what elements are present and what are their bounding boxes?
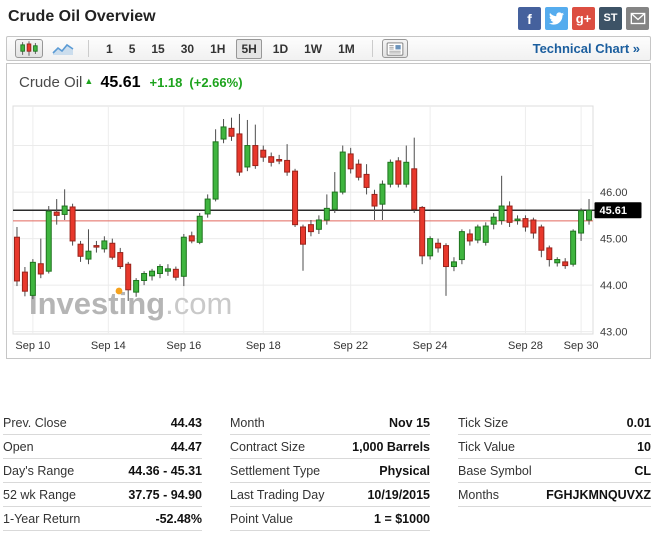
table-row: Contract Size 1,000 Barrels: [230, 435, 430, 459]
row-value: CL: [634, 463, 651, 478]
candlestick-mode-button[interactable]: [15, 39, 43, 58]
svg-text:45.61: 45.61: [600, 205, 628, 217]
table-row: Tick Value 10: [458, 435, 651, 459]
candlestick-chart: Sep 10 Sep 14 Sep 16 Sep 18 Sep 22 Sep 24 Sep …: [12, 105, 642, 352]
x-axis-label: Sep 22: [333, 340, 368, 352]
interval-button-1d[interactable]: 1D: [268, 39, 293, 59]
row-value: 37.75 - 94.90: [128, 487, 202, 502]
x-axis-label: Sep 14: [91, 340, 126, 352]
row-label: Base Symbol: [458, 463, 532, 478]
page-title: Crude Oil Overview: [8, 8, 156, 25]
row-value: 10: [637, 439, 651, 454]
row-label: Months: [458, 487, 499, 502]
interval-button-5[interactable]: 5: [124, 39, 141, 59]
chart-widget: Crude Oil ▲ 45.61 +1.18 (+2.66%) Sep 10 Sep …: [6, 63, 651, 359]
row-value: 10/19/2015: [367, 487, 430, 502]
x-axis-label: Sep 10: [15, 340, 50, 352]
googleplus-icon[interactable]: g+: [572, 7, 595, 30]
technical-chart-link[interactable]: Technical Chart »: [533, 41, 640, 56]
last-price: 45.61: [100, 74, 141, 91]
tick-info-table: Tick Size 0.01 Tick Value 10 Base Symbol CL Mo…: [458, 411, 651, 531]
table-row: Open 44.47: [3, 435, 202, 459]
interval-button-1h[interactable]: 1H: [205, 39, 230, 59]
contract-spec-tables: Prev. Close 44.43 Open 44.47 Day's Range 44.3…: [3, 411, 651, 531]
y-axis-label: 46.00: [600, 187, 628, 199]
quote-header: Crude Oil ▲ 45.61 +1.18 (+2.66%): [7, 64, 650, 92]
row-label: Contract Size: [230, 439, 306, 454]
table-row: Day's Range 44.36 - 45.31: [3, 459, 202, 483]
interval-button-1w[interactable]: 1W: [299, 39, 327, 59]
y-axis-label: 45.00: [600, 234, 628, 246]
toolbar-separator: [371, 40, 373, 57]
interval-buttons: 1 5 15 30 1H 5H 1D 1W 1M: [98, 38, 363, 59]
watermark-orange-dot: [115, 287, 123, 295]
candlestick-icon: [20, 41, 38, 56]
row-label: Last Trading Day: [230, 487, 325, 502]
row-value: 1 = $1000: [374, 511, 430, 526]
row-label: Tick Size: [458, 415, 509, 430]
table-row: Prev. Close 44.43: [3, 411, 202, 435]
row-label: Open: [3, 439, 34, 454]
price-change-percent: (+2.66%): [189, 75, 243, 90]
last-price-tag: 45.61: [594, 202, 642, 219]
interval-button-1[interactable]: 1: [101, 39, 118, 59]
row-label: 1-Year Return: [3, 511, 81, 526]
up-arrow-icon: ▲: [84, 76, 94, 86]
row-label: Settlement Type: [230, 463, 321, 478]
table-row: Point Value 1 = $1000: [230, 507, 430, 531]
twitter-icon[interactable]: [545, 7, 568, 30]
row-label: Day's Range: [3, 463, 75, 478]
row-value: FGHJKMNQUVXZ: [546, 487, 651, 502]
quote-summary-table: Prev. Close 44.43 Open 44.47 Day's Range 44.3…: [3, 411, 202, 531]
y-axis-label: 44.00: [600, 280, 628, 292]
x-axis-label: Sep 30: [564, 340, 599, 352]
row-value: 44.43: [170, 415, 202, 430]
line-mode-button[interactable]: [49, 39, 77, 58]
row-value: 0.01: [626, 415, 651, 430]
table-row: Base Symbol CL: [458, 459, 651, 483]
page-header: Crude Oil Overview f g+ ST: [0, 0, 657, 36]
line-chart-icon: [52, 43, 74, 55]
row-label: Point Value: [230, 511, 294, 526]
stocktwits-icon[interactable]: ST: [599, 7, 622, 30]
interval-button-15[interactable]: 15: [146, 39, 169, 59]
instrument-name: Crude Oil: [19, 74, 83, 91]
y-axis-label: 43.00: [600, 327, 628, 339]
x-axis-label: Sep 16: [166, 340, 201, 352]
row-label: Prev. Close: [3, 415, 67, 430]
table-row: Month Nov 15: [230, 411, 430, 435]
table-row: Last Trading Day 10/19/2015: [230, 483, 430, 507]
row-value: -52.48%: [155, 511, 202, 526]
row-label: Tick Value: [458, 439, 515, 454]
contract-info-table: Month Nov 15 Contract Size 1,000 Barrels Set…: [230, 411, 430, 531]
x-axis-label: Sep 18: [246, 340, 281, 352]
row-value: 44.36 - 45.31: [128, 463, 202, 478]
table-row: Settlement Type Physical: [230, 459, 430, 483]
row-value: Physical: [379, 463, 430, 478]
facebook-icon[interactable]: f: [518, 7, 541, 30]
table-row: Tick Size 0.01: [458, 411, 651, 435]
x-axis-label: Sep 24: [413, 340, 448, 352]
social-buttons: f g+ ST: [518, 7, 649, 30]
table-row: 1-Year Return -52.48%: [3, 507, 202, 531]
interval-button-30[interactable]: 30: [176, 39, 199, 59]
table-row: Months FGHJKMNQUVXZ: [458, 483, 651, 507]
interval-button-5h[interactable]: 5H: [236, 38, 262, 59]
interval-button-1m[interactable]: 1M: [333, 39, 360, 59]
investing-watermark: Investing.com: [29, 286, 232, 321]
x-axis-label: Sep 28: [508, 340, 543, 352]
row-label: 52 wk Range: [3, 487, 76, 502]
row-value: 44.47: [170, 439, 202, 454]
row-value: Nov 15: [389, 415, 430, 430]
row-value: 1,000 Barrels: [352, 439, 430, 454]
email-icon[interactable]: [626, 7, 649, 30]
row-label: Month: [230, 415, 265, 430]
price-change: +1.18: [149, 75, 183, 90]
newspaper-icon: [386, 41, 404, 56]
table-row: 52 wk Range 37.75 - 94.90: [3, 483, 202, 507]
chart-toolbar: 1 5 15 30 1H 5H 1D 1W 1M Technical Chart »: [6, 36, 651, 61]
toolbar-separator: [88, 40, 89, 57]
news-panel-button[interactable]: [381, 39, 408, 58]
